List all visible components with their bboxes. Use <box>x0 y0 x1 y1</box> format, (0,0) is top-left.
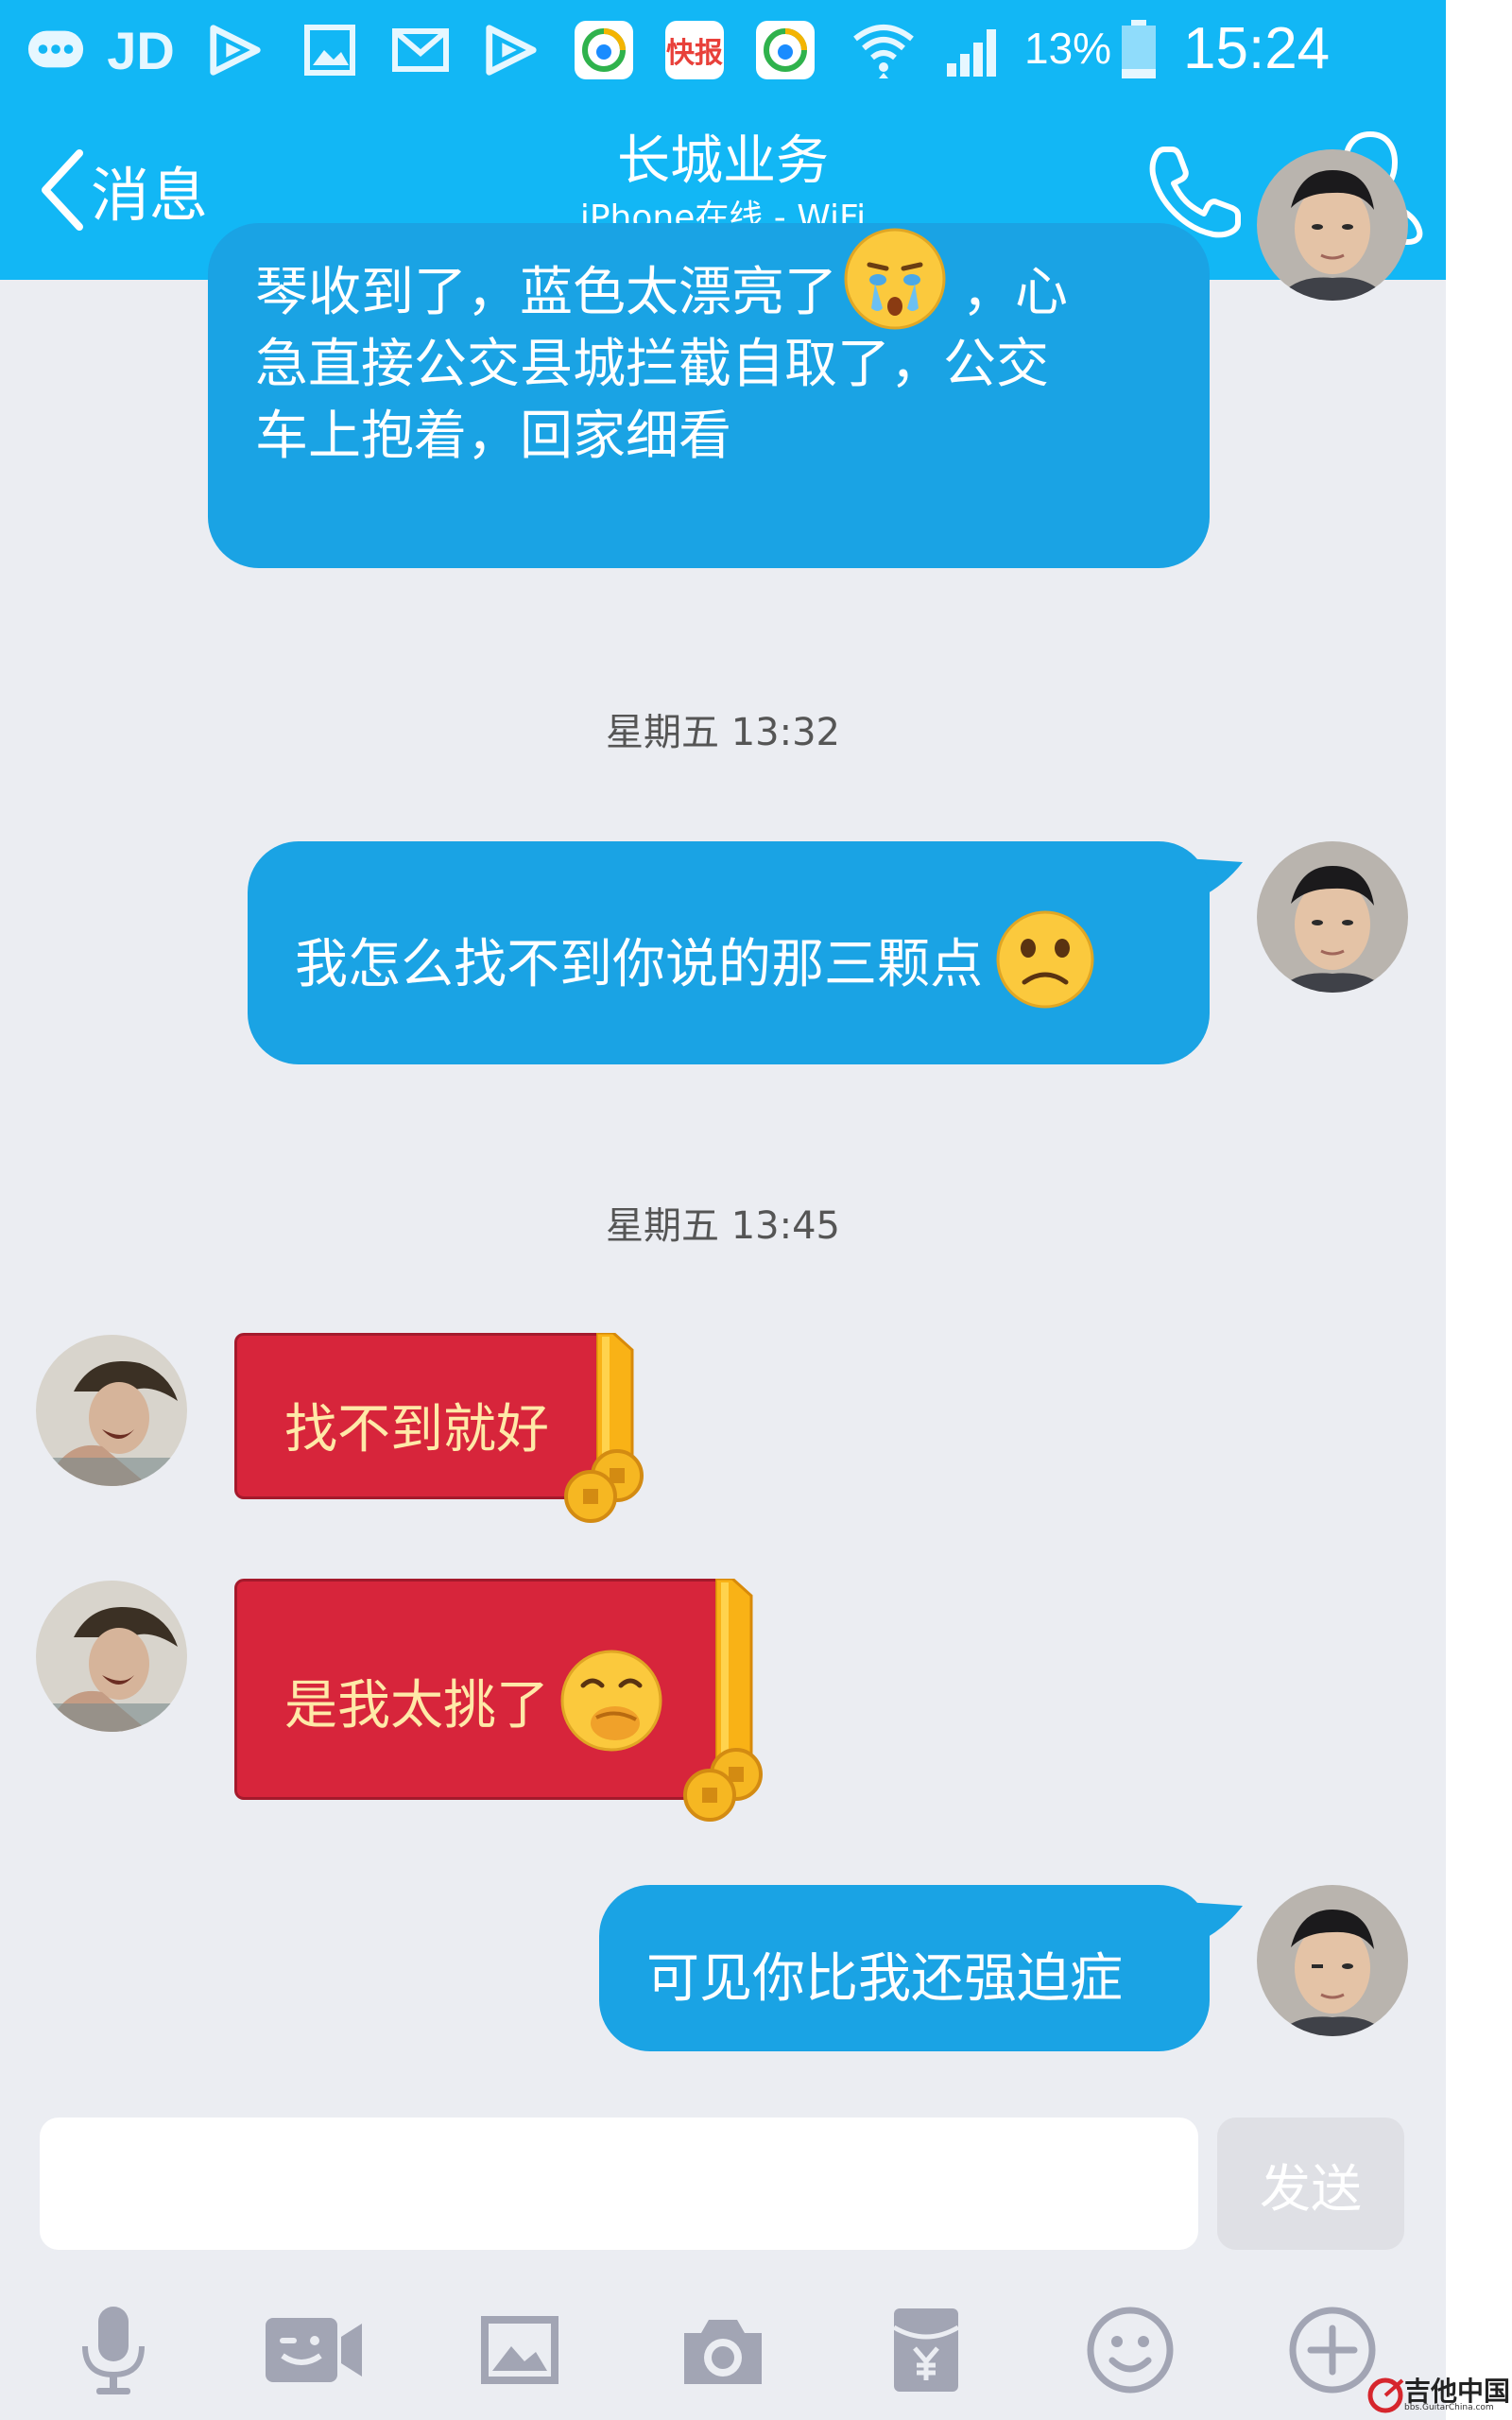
message-text: 找不到就好 <box>284 1399 549 1461</box>
message-text: 我怎么找不到你说的那三颗点 <box>295 933 983 995</box>
giggle-emoji-icon <box>560 1650 662 1752</box>
watermark: 吉他中国 bbs.GuitarChina.com <box>1366 2369 1512 2420</box>
message-bubble[interactable]: 可见你比我还强迫症 <box>599 1885 1210 2051</box>
video-call-icon[interactable] <box>248 2284 380 2416</box>
clock: 15:24 <box>1183 16 1331 81</box>
message-input[interactable] <box>40 2118 1198 2250</box>
jd-icon: JD <box>107 20 175 80</box>
message-bubble[interactable]: 琴收到了，蓝色太漂亮了 ，心 急直接公交县城拦截自取了，公交 车上抱着，回家细看 <box>208 223 1210 568</box>
battery-percent: 13% <box>1024 24 1112 73</box>
video-icon <box>482 21 541 79</box>
avatar[interactable] <box>36 1335 187 1486</box>
wifi-icon <box>850 21 917 79</box>
qq-browser-icon <box>756 21 815 79</box>
timestamp: 星期五 13:32 <box>606 711 840 754</box>
kuaibao-icon: 快报 <box>665 21 724 79</box>
qq-browser-icon <box>575 21 633 79</box>
message-text: 车上抱着，回家细看 <box>255 406 731 467</box>
avatar[interactable] <box>1257 149 1408 301</box>
coin-icon <box>683 1748 763 1822</box>
message-text: ，心 <box>962 262 1068 323</box>
red-packet-message[interactable]: 是我太挑了 <box>234 1579 763 1822</box>
input-bar: 发送 <box>0 2104 1446 2420</box>
crying-emoji-icon <box>844 228 946 330</box>
message-text: 可见你比我还强迫症 <box>646 1948 1123 2010</box>
watermark-url: bbs.GuitarChina.com <box>1404 2403 1494 2412</box>
chevron-left-icon <box>42 149 83 231</box>
battery-icon <box>1115 20 1162 79</box>
message-text: 琴收到了，蓝色太漂亮了 <box>255 262 837 323</box>
mail-icon <box>391 21 450 79</box>
gallery-icon <box>301 21 359 79</box>
timestamp: 星期五 13:45 <box>606 1204 840 1248</box>
message-text: 是我太挑了 <box>284 1674 549 1737</box>
avatar[interactable] <box>36 1581 187 1732</box>
guitar-logo-icon <box>1367 2377 1404 2413</box>
camera-icon[interactable] <box>657 2284 789 2416</box>
avatar[interactable] <box>1257 841 1408 993</box>
image-icon[interactable] <box>454 2284 586 2416</box>
status-bar: JD 快报 13% 15:24 <box>0 0 1446 98</box>
message-text: 急直接公交县城拦截自取了，公交 <box>255 334 1049 395</box>
back-button[interactable]: 消息 <box>38 147 208 233</box>
avatar[interactable] <box>1257 1885 1408 2036</box>
red-packet-icon[interactable] <box>860 2284 992 2416</box>
send-button[interactable]: 发送 <box>1217 2118 1404 2250</box>
chat-title: 长城业务 <box>617 130 829 192</box>
signal-icon <box>941 21 1007 79</box>
chat-screen: JD 快报 13% 15:24 消息 长城业务 iPhone在线 - WiFi … <box>0 0 1446 2420</box>
message-bubble[interactable]: 我怎么找不到你说的那三颗点 <box>248 841 1210 1064</box>
coin-icon <box>564 1449 644 1523</box>
red-packet-message[interactable]: 找不到就好 <box>234 1333 644 1523</box>
microphone-icon[interactable] <box>47 2284 180 2416</box>
emoji-icon[interactable] <box>1064 2284 1196 2416</box>
video-icon <box>206 21 265 79</box>
message-icon <box>26 21 85 79</box>
back-label: 消息 <box>91 161 209 230</box>
frown-emoji-icon <box>996 910 1094 1009</box>
message-list[interactable]: 琴收到了，蓝色太漂亮了 ，心 急直接公交县城拦截自取了，公交 车上抱着，回家细看… <box>0 149 1446 2104</box>
